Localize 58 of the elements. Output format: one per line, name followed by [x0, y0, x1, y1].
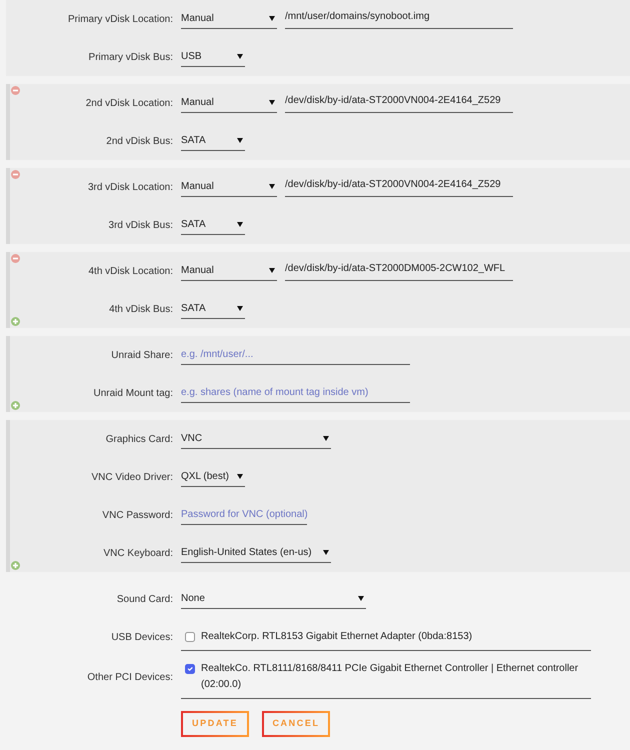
- path-field[interactable]: /mnt/user/domains/synoboot.img: [285, 9, 513, 29]
- bus-dropdown[interactable]: SATA: [181, 131, 245, 151]
- field-label: 3rd vDisk Location:: [86, 180, 173, 194]
- driver-dropdown[interactable]: QXL (best): [181, 467, 245, 487]
- caret-icon: [323, 436, 329, 441]
- field-label: Primary vDisk Bus:: [88, 50, 173, 64]
- checkbox[interactable]: [185, 632, 195, 642]
- field-label: 2nd vDisk Location:: [84, 96, 173, 110]
- location-dropdown[interactable]: Manual: [181, 9, 277, 29]
- add-icon[interactable]: [11, 561, 20, 570]
- field-label: Graphics Card:: [104, 432, 173, 446]
- caret-icon: [237, 474, 243, 479]
- field-label: Unraid Mount tag:: [92, 386, 173, 400]
- caret-icon: [237, 222, 243, 227]
- keyboard-dropdown[interactable]: English-United States (en-us): [181, 543, 331, 563]
- location-dropdown[interactable]: Manual: [181, 177, 277, 197]
- mount-tag-field[interactable]: e.g. shares (name of mount tag inside vm): [181, 383, 410, 403]
- location-dropdown[interactable]: Manual: [181, 93, 277, 113]
- remove-icon[interactable]: [11, 86, 20, 95]
- field-label: VNC Keyboard:: [102, 546, 173, 560]
- field-label: VNC Password:: [101, 508, 173, 522]
- field-label: 2nd vDisk Bus:: [105, 134, 173, 148]
- path-field[interactable]: /dev/disk/by-id/ata-ST2000VN004-2E4164_Z529: [285, 93, 513, 113]
- field-label: 3rd vDisk Bus:: [108, 218, 173, 232]
- caret-icon: [269, 184, 275, 189]
- field-label: Unraid Share:: [110, 348, 173, 362]
- caret-icon: [237, 138, 243, 143]
- remove-icon[interactable]: [11, 254, 20, 263]
- password-field[interactable]: Password for VNC (optional): [181, 505, 307, 525]
- share-path-field[interactable]: e.g. /mnt/user/...: [181, 345, 410, 365]
- device-label: RealtekCorp. RTL8153 Gigabit Ethernet Adapter (0bda:8153): [201, 630, 472, 644]
- add-icon[interactable]: [11, 401, 20, 410]
- graphics-dropdown[interactable]: VNC: [181, 429, 331, 449]
- device-label: RealtekCo. RTL8111/8168/8411 PCIe Gigabit Ethernet Controller | Ethernet controller (02:00.0): [201, 662, 580, 692]
- caret-icon: [269, 100, 275, 105]
- field-label: VNC Video Driver:: [90, 470, 173, 484]
- bus-dropdown[interactable]: SATA: [181, 215, 245, 235]
- caret-icon: [358, 596, 364, 601]
- path-field[interactable]: /dev/disk/by-id/ata-ST2000VN004-2E4164_Z529: [285, 177, 513, 197]
- caret-icon: [269, 16, 275, 21]
- caret-icon: [237, 306, 243, 311]
- field-label: Other PCI Devices:: [86, 671, 173, 685]
- field-label: Sound Card:: [116, 592, 173, 606]
- bus-dropdown[interactable]: SATA: [181, 299, 245, 319]
- sound-dropdown[interactable]: None: [181, 589, 366, 609]
- caret-icon: [269, 268, 275, 273]
- add-icon[interactable]: [11, 317, 20, 326]
- checkbox[interactable]: [185, 664, 195, 674]
- location-dropdown[interactable]: Manual: [181, 261, 277, 281]
- caret-icon: [237, 54, 243, 59]
- field-label: 4th vDisk Location:: [88, 264, 173, 278]
- caret-icon: [323, 550, 329, 555]
- bus-dropdown[interactable]: USB: [181, 47, 245, 67]
- path-field[interactable]: /dev/disk/by-id/ata-ST2000DM005-2CW102_WFL: [285, 261, 513, 281]
- remove-icon[interactable]: [11, 170, 20, 179]
- field-label: USB Devices:: [110, 630, 173, 644]
- field-label: 4th vDisk Bus:: [108, 302, 173, 316]
- field-label: Primary vDisk Location:: [66, 12, 173, 26]
